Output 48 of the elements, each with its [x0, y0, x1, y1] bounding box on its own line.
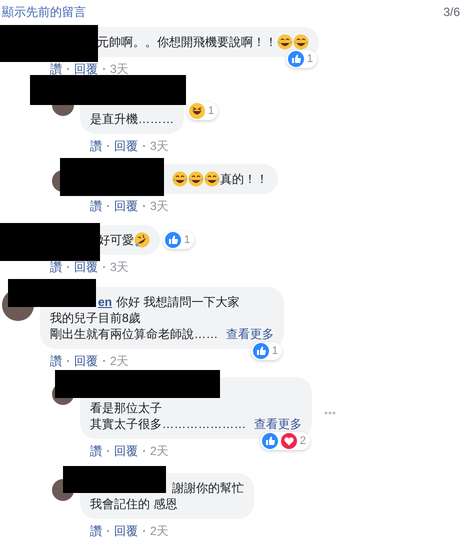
like-link[interactable]: 讚 [50, 352, 62, 370]
reply-link[interactable]: 回覆 [74, 258, 98, 276]
timestamp: 3天 [150, 138, 169, 155]
comment-text: 我會記住的 感恩 [90, 496, 178, 512]
see-more-link[interactable]: 查看更多 [254, 416, 302, 432]
timestamp: 2天 [110, 353, 129, 370]
laughing-face-icon [189, 103, 205, 119]
comment-pager: 3/6 [443, 4, 460, 21]
like-link[interactable]: 讚 [50, 258, 62, 276]
laughing-tears-icon [188, 171, 204, 187]
like-link[interactable]: 讚 [90, 522, 102, 540]
timestamp: 3天 [110, 259, 129, 276]
comment-text: 謝謝你的幫忙 [172, 480, 244, 496]
timestamp: 3天 [150, 198, 169, 215]
like-link[interactable]: 讚 [50, 60, 62, 78]
author-name[interactable]: en [98, 294, 112, 310]
comment-text: 元帥啊。。你想開飛機要說啊！！ [97, 34, 277, 50]
comment-text: 是直升機……… [90, 111, 174, 127]
reply-link[interactable]: 回覆 [114, 197, 138, 215]
laughing-tears-icon [204, 171, 220, 187]
comment-text: 剛出生就有兩位算命老師說…… [50, 326, 218, 342]
reply-link[interactable]: 回覆 [114, 442, 138, 460]
timestamp: 2天 [150, 523, 169, 540]
comment-text: 真的！！ [220, 171, 268, 187]
reply-link[interactable]: 回覆 [74, 60, 98, 78]
reply-link[interactable]: 回覆 [114, 522, 138, 540]
comment-text: 你好 我想請問一下大家 [116, 294, 240, 310]
timestamp: 2天 [150, 443, 169, 460]
like-link[interactable]: 讚 [90, 197, 102, 215]
reply-link[interactable]: 回覆 [114, 137, 138, 155]
like-link[interactable]: 讚 [90, 442, 102, 460]
comment-text: 其實太子很多………………… [90, 416, 246, 432]
comment-text: 看是那位太子 [90, 400, 162, 416]
rolling-laugh-icon [134, 232, 150, 248]
laughing-tears-icon [172, 171, 188, 187]
laughing-tears-icon [293, 34, 309, 50]
thumbs-up-icon [165, 232, 181, 248]
more-options-icon[interactable] [324, 411, 336, 415]
thumbs-up-icon [252, 343, 269, 359]
timestamp: 3天 [110, 61, 129, 78]
see-more-link[interactable]: 查看更多 [226, 326, 274, 342]
show-previous-comments-link[interactable]: 顯示先前的留言 [2, 3, 86, 24]
comment-text: 我的兒子目前8歲 [50, 310, 141, 326]
thumbs-up-icon [262, 433, 278, 449]
laughing-tears-icon [277, 34, 293, 50]
reply-link[interactable]: 回覆 [74, 352, 98, 370]
like-link[interactable]: 讚 [90, 137, 102, 155]
thumbs-up-icon [288, 51, 304, 67]
